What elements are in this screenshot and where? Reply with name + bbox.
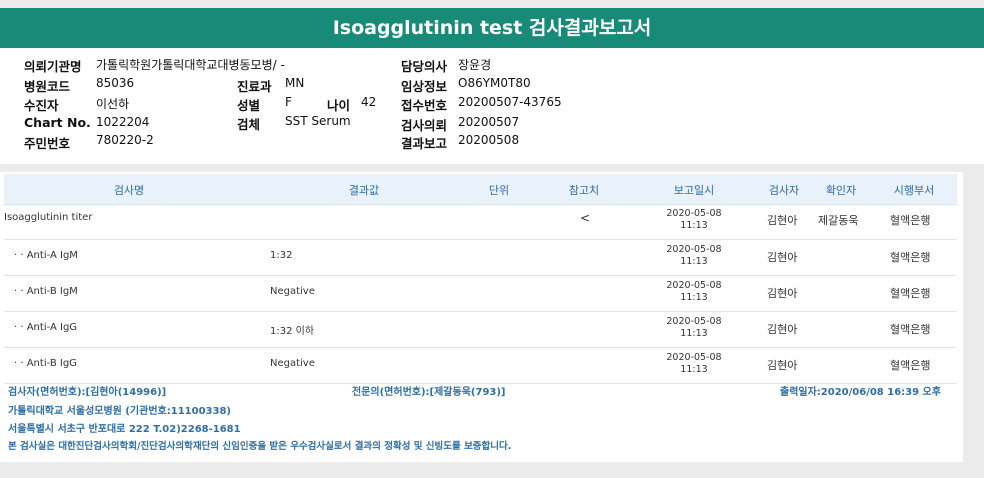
row-dept: 혈액은행 — [890, 359, 931, 372]
row-time: 11:13 — [680, 220, 708, 231]
row-name: · · Anti-B IgM — [14, 286, 78, 297]
clinical-value: O86YM0T80 — [458, 76, 531, 90]
collector-label: 수진자 — [24, 98, 59, 113]
row-dept: 혈액은행 — [890, 323, 931, 336]
header-dept: 시행부서 — [893, 184, 935, 197]
footer-institution: 가톨릭대학교 서울성모병원 (기관번호:11100338) — [8, 406, 231, 417]
row-date: 2020-05-08 — [666, 280, 722, 291]
request-value: 20200507 — [458, 115, 520, 129]
chart-value: 1022204 — [96, 115, 150, 129]
footer-specialist: 전문의(면허번호):[제갈동욱(793)] — [352, 387, 506, 398]
table-row: · · Anti-B IgM Negative 2020-05-08 11:13… — [4, 276, 957, 312]
table-row: · · Anti-A IgM 1:32 2020-05-08 11:13 김현아… — [4, 240, 957, 276]
row-result: 1:32 — [270, 250, 293, 261]
receipt-label: 접수번호 — [401, 98, 448, 113]
hospital-code-value: 85036 — [96, 76, 135, 90]
report-date-value: 20200508 — [458, 133, 520, 147]
result-report: 검사명 결과값 단위 참고치 보고일시 검사자 확인자 시행부서 Isoaggl… — [0, 172, 963, 462]
footer-certification: 본 검사실은 대한진단검사의학회/진단검사의학재단의 신임인증을 받은 우수검사… — [8, 441, 512, 452]
row-tester: 김현아 — [767, 251, 798, 264]
row-result: 1:32 이하 — [270, 326, 315, 337]
row-name: Isoagglutinin titer — [4, 212, 93, 223]
footer-print-date: 출력일자:2020/06/08 16:39 오후 — [780, 387, 941, 398]
org-value: 가톨릭학원가톨릭대학교대병동모병/ - — [96, 58, 285, 72]
row-name: · · Anti-B IgG — [14, 358, 77, 369]
dept-value: MN — [285, 76, 305, 90]
header-name: 검사명 — [113, 184, 145, 197]
row-time: 11:13 — [680, 292, 708, 303]
org-label: 의뢰기관명 — [24, 59, 82, 74]
table-row: · · Anti-A IgG 1:32 이하 2020-05-08 11:13 … — [4, 312, 957, 348]
header-unit: 단위 — [488, 184, 510, 197]
row-date: 2020-05-08 — [666, 208, 722, 219]
specimen-value: SST Serum — [285, 114, 351, 128]
doctor-label: 담당의사 — [401, 59, 448, 74]
age-label: 나이 — [327, 98, 351, 113]
request-label: 검사의뢰 — [401, 118, 448, 133]
row-time: 11:13 — [680, 364, 708, 375]
header-confirmer: 확인자 — [825, 184, 857, 197]
clinical-label: 임상정보 — [401, 79, 448, 94]
row-tester: 김현아 — [767, 323, 798, 336]
sex-label: 성별 — [237, 98, 261, 113]
table-row: · · Anti-B IgG Negative 2020-05-08 11:13… — [4, 348, 957, 384]
row-tester: 김현아 — [767, 287, 798, 300]
header-date: 보고일시 — [673, 184, 715, 197]
age-value: 42 — [361, 95, 377, 109]
header-ref: 참고치 — [568, 184, 600, 197]
doctor-value: 장윤경 — [458, 58, 492, 72]
report-title: Isoagglutinin test 검사결과보고서 — [0, 8, 984, 48]
row-time: 11:13 — [680, 256, 708, 267]
footer-address: 서울특별시 서초구 반포대로 222 T.02)2268-1681 — [8, 424, 241, 435]
sex-value: F — [285, 95, 292, 109]
report-date-label: 결과보고 — [401, 136, 448, 151]
hospital-code-label: 병원코드 — [24, 79, 71, 94]
row-result: Negative — [270, 358, 315, 369]
row-date: 2020-05-08 — [666, 244, 722, 255]
resident-value: 780220-2 — [96, 133, 154, 147]
patient-info-panel: 의뢰기관명 가톨릭학원가톨릭대학교대병동모병/ - 병원코드 85036 수진자… — [0, 48, 984, 164]
header-tester: 검사자 — [768, 184, 800, 197]
chart-label: Chart No. — [24, 115, 91, 130]
collector-value: 이선하 — [96, 97, 130, 111]
row-time: 11:13 — [680, 328, 708, 339]
dept-label: 진료과 — [237, 79, 272, 94]
row-ref: < — [580, 211, 591, 225]
resident-label: 주민번호 — [24, 136, 71, 151]
row-name: · · Anti-A IgG — [14, 322, 78, 333]
header-result: 결과값 — [348, 184, 380, 197]
specimen-label: 검체 — [237, 117, 261, 132]
row-dept: 혈액은행 — [890, 251, 931, 264]
row-tester: 김현아 — [767, 359, 798, 372]
table-row: Isoagglutinin titer < 2020-05-08 11:13 김… — [4, 204, 957, 240]
row-name: · · Anti-A IgM — [14, 250, 78, 261]
row-confirmer: 제갈동욱 — [818, 214, 859, 227]
row-tester: 김현아 — [767, 214, 798, 227]
row-date: 2020-05-08 — [666, 316, 722, 327]
row-dept: 혈액은행 — [890, 287, 931, 300]
receipt-value: 20200507-43765 — [458, 95, 562, 109]
row-date: 2020-05-08 — [666, 352, 722, 363]
footer-tester: 검사자(면허번호):[김현아(14996)] — [8, 387, 167, 398]
row-result: Negative — [270, 286, 315, 297]
row-dept: 혈액은행 — [890, 214, 931, 227]
table-header: 검사명 결과값 단위 참고치 보고일시 검사자 확인자 시행부서 — [4, 174, 957, 205]
